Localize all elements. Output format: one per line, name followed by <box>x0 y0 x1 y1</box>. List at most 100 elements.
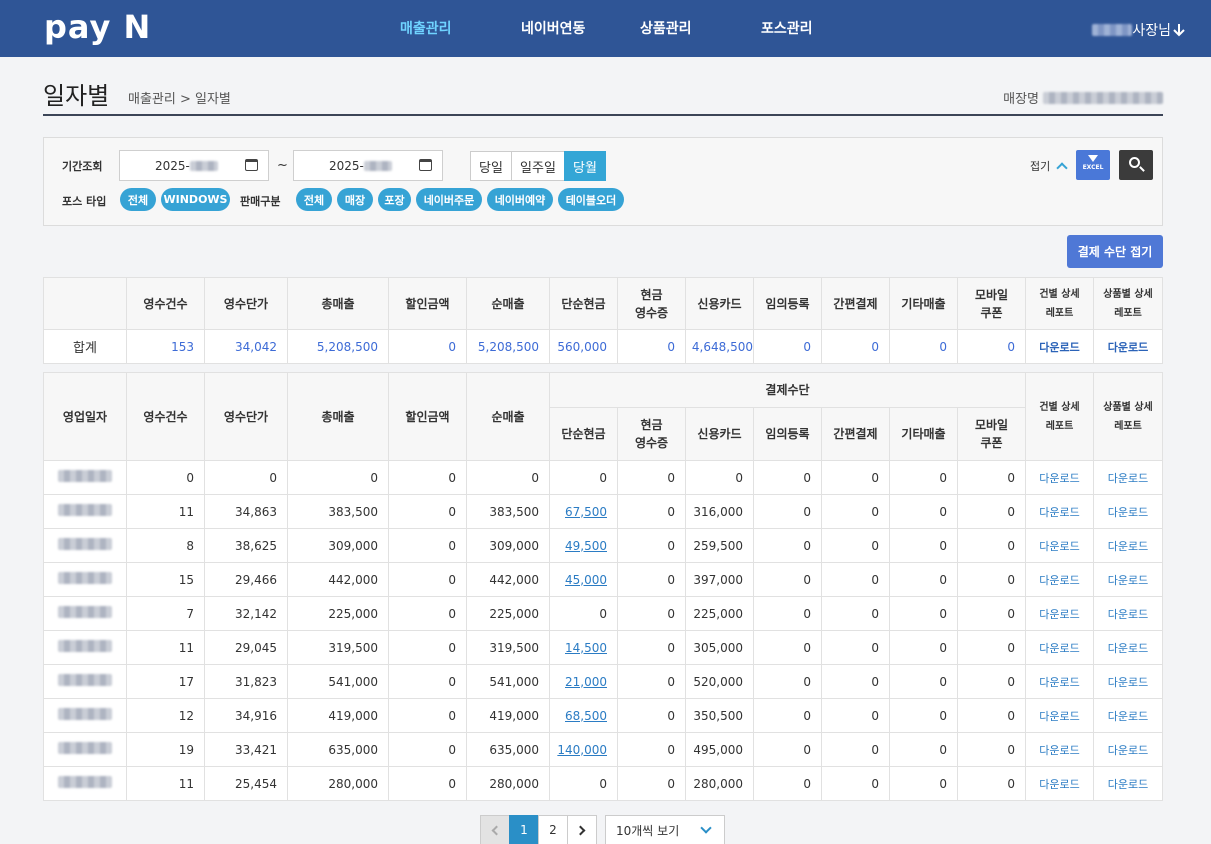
sales-type-naver-order-chip[interactable]: 네이버주문 <box>416 188 482 211</box>
case-report-download-link[interactable]: 다운로드 <box>1039 608 1079 621</box>
user-menu[interactable]: 사장님 <box>1092 20 1185 40</box>
product-report-download-link[interactable]: 다운로드 <box>1108 341 1148 354</box>
table-cell: 0 <box>821 766 890 801</box>
product-report-download-link[interactable]: 다운로드 <box>1108 574 1148 587</box>
table-row: 0 0 0 0 0 0 0 0 0 0 0 0 다운로드 다운로드 <box>43 460 1163 495</box>
table-cell: 0 <box>617 664 686 699</box>
nav-naver-link[interactable]: 네이버연동 <box>521 18 585 38</box>
fold-label: 접기 <box>1030 160 1051 173</box>
table-cell: 419,000 <box>287 698 389 733</box>
title-divider <box>43 114 1163 116</box>
date-redacted <box>58 504 112 516</box>
nav-sales-management[interactable]: 매출관리 <box>400 18 452 38</box>
table-cell: 0 <box>753 460 822 495</box>
search-icon <box>1129 157 1140 168</box>
date-from-input[interactable]: 2025- <box>119 150 269 181</box>
cash-detail-link[interactable]: 140,000 <box>557 743 607 757</box>
table-cell: 0 <box>617 528 686 563</box>
excel-download-button[interactable]: EXCEL <box>1076 150 1110 180</box>
table-cell: 17 <box>126 664 205 699</box>
nav-pos-management[interactable]: 포스관리 <box>761 18 813 38</box>
case-report-download-link[interactable]: 다운로드 <box>1039 540 1079 553</box>
calendar-icon[interactable] <box>419 159 432 171</box>
report-cell: 다운로드 <box>1093 562 1163 597</box>
payment-method-collapse-button[interactable]: 결제 수단 접기 <box>1067 235 1163 268</box>
product-report-download-link[interactable]: 다운로드 <box>1108 778 1148 791</box>
case-report-download-link[interactable]: 다운로드 <box>1039 710 1079 723</box>
page-1-button[interactable]: 1 <box>509 815 539 844</box>
cash-detail-link[interactable]: 49,500 <box>565 539 607 553</box>
case-report-download-link[interactable]: 다운로드 <box>1039 341 1079 354</box>
cash-detail-link[interactable]: 14,500 <box>565 641 607 655</box>
quick-period-selector: 당일 일주일 당월 <box>470 151 606 181</box>
product-report-download-link[interactable]: 다운로드 <box>1108 540 1148 553</box>
header-pay-easy: 간편결제 <box>821 407 890 461</box>
prev-page-button[interactable] <box>480 815 510 844</box>
product-report-download-link[interactable]: 다운로드 <box>1108 506 1148 519</box>
table-cell: 11 <box>126 494 205 529</box>
case-report-download-link[interactable]: 다운로드 <box>1039 676 1079 689</box>
sales-type-store-chip[interactable]: 매장 <box>337 188 373 211</box>
table-cell: 8 <box>126 528 205 563</box>
next-page-button[interactable] <box>567 815 597 844</box>
pos-type-all-chip[interactable]: 전체 <box>120 188 156 211</box>
quick-month-button[interactable]: 당월 <box>564 151 606 181</box>
cash-detail-link[interactable]: 45,000 <box>565 573 607 587</box>
calendar-icon[interactable] <box>245 159 258 171</box>
daily-sales-table: 영업일자 영수건수 영수단가 총매출 할인금액 순매출 결제수단 건별 상세 레… <box>43 372 1163 801</box>
product-report-download-link[interactable]: 다운로드 <box>1108 608 1148 621</box>
page-2-button[interactable]: 2 <box>538 815 568 844</box>
table-row: 7 32,142 225,000 0 225,000 0 0 225,000 0 0 0 0 다운로드 다… <box>43 596 1163 631</box>
summary-header-row: 영수건수 영수단가 총매출 할인금액 순매출 단순현금 현금 영수증 신용카드 … <box>43 277 1163 330</box>
cash-detail-link[interactable]: 67,500 <box>565 505 607 519</box>
table-cell: 0 <box>821 460 890 495</box>
summary-header-cell <box>43 277 127 330</box>
sales-type-naver-reservation-chip[interactable]: 네이버예약 <box>487 188 553 211</box>
nav-product-management[interactable]: 상품관리 <box>640 18 692 38</box>
header-pay-other: 기타매출 <box>889 407 958 461</box>
date-cell <box>43 596 127 631</box>
case-report-download-link[interactable]: 다운로드 <box>1039 574 1079 587</box>
table-cell: 0 <box>466 460 550 495</box>
summary-header-cell: 단순현금 <box>549 277 618 330</box>
search-button[interactable] <box>1119 150 1153 180</box>
table-cell: 0 <box>821 494 890 529</box>
table-cell: 280,000 <box>685 766 754 801</box>
product-report-download-link[interactable]: 다운로드 <box>1108 642 1148 655</box>
product-report-download-link[interactable]: 다운로드 <box>1108 676 1148 689</box>
report-cell: 다운로드 <box>1025 664 1094 699</box>
per-page-select[interactable]: 10개씩 보기 <box>605 815 725 844</box>
product-report-download-link[interactable]: 다운로드 <box>1108 472 1148 485</box>
header-pay-manual: 임의등록 <box>753 407 822 461</box>
fold-toggle[interactable]: 접기 <box>1030 158 1068 174</box>
table-cell: 0 <box>388 562 467 597</box>
table-cell: 0 <box>388 528 467 563</box>
case-report-download-link[interactable]: 다운로드 <box>1039 744 1079 757</box>
sales-type-table-order-chip[interactable]: 테이블오더 <box>558 188 624 211</box>
table-cell: 350,500 <box>685 698 754 733</box>
table-cell: 0 <box>549 596 618 631</box>
cash-detail-link[interactable]: 68,500 <box>565 709 607 723</box>
cash-detail-link[interactable]: 21,000 <box>565 675 607 689</box>
case-report-download-link[interactable]: 다운로드 <box>1039 642 1079 655</box>
table-cell: 11 <box>126 766 205 801</box>
product-report-download-link[interactable]: 다운로드 <box>1108 744 1148 757</box>
sales-type-all-chip[interactable]: 전체 <box>296 188 332 211</box>
table-cell: 45,000 <box>549 562 618 597</box>
table-cell: 0 <box>617 562 686 597</box>
table-cell: 383,500 <box>287 494 389 529</box>
table-row: 17 31,823 541,000 0 541,000 21,000 0 520,000 0 0 0… <box>43 664 1163 699</box>
date-to-value: 2025- <box>329 158 364 173</box>
case-report-download-link[interactable]: 다운로드 <box>1039 506 1079 519</box>
case-report-download-link[interactable]: 다운로드 <box>1039 778 1079 791</box>
sales-type-takeout-chip[interactable]: 포장 <box>378 188 411 211</box>
product-report-download-link[interactable]: 다운로드 <box>1108 710 1148 723</box>
quick-week-button[interactable]: 일주일 <box>511 151 565 181</box>
pos-type-windows-chip[interactable]: WINDOWS <box>161 188 230 211</box>
summary-total-label: 합계 <box>43 329 127 364</box>
case-report-download-link[interactable]: 다운로드 <box>1039 472 1079 485</box>
date-to-input[interactable]: 2025- <box>293 150 443 181</box>
payn-logo[interactable]: pay N <box>44 8 151 46</box>
table-cell: 280,000 <box>466 766 550 801</box>
quick-today-button[interactable]: 당일 <box>470 151 512 181</box>
